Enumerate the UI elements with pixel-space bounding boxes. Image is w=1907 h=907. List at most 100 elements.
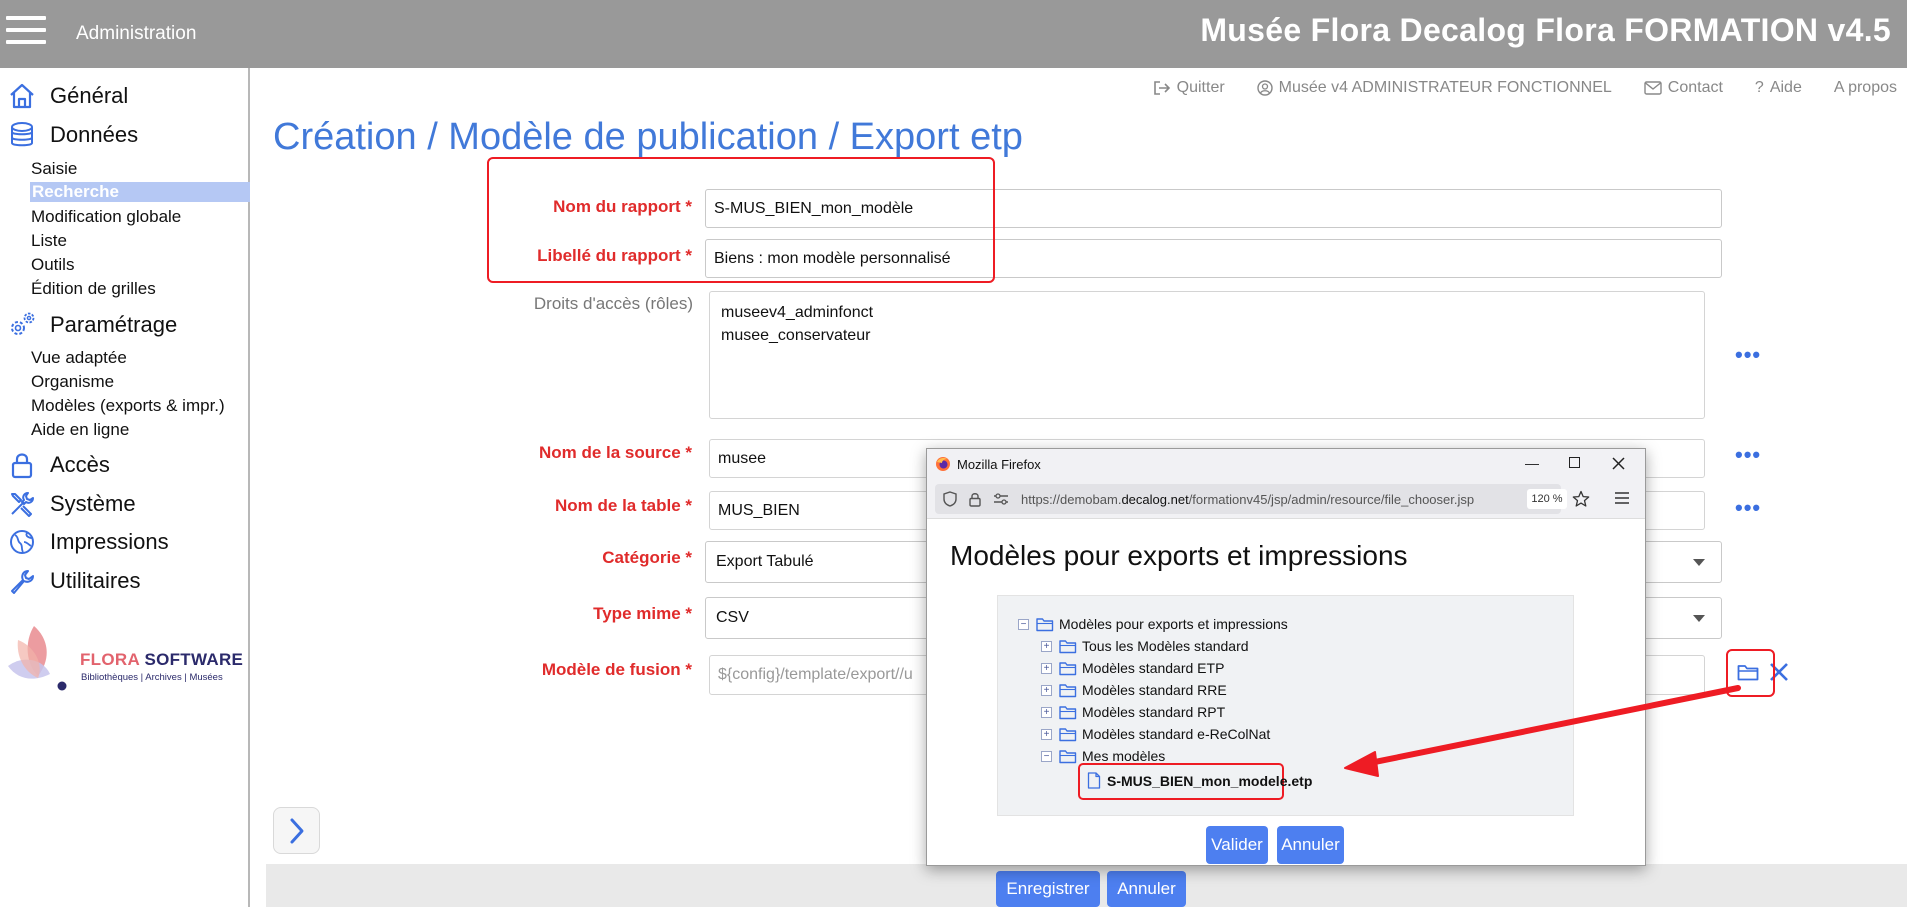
quitter-label: Quitter [1176, 79, 1225, 96]
libelle-rapport-input[interactable]: Biens : mon modèle personnalisé [705, 239, 1722, 278]
nav-systeme[interactable]: Système [6, 488, 136, 520]
source-more-button[interactable]: ••• [1735, 442, 1761, 468]
close-icon [1770, 663, 1788, 681]
tree-node-label: Mes modèles [1082, 748, 1166, 764]
maximize-button[interactable] [1569, 457, 1580, 468]
nav-modeles[interactable]: Modèles (exports & impr.) [31, 396, 225, 416]
nav-impressions[interactable]: Impressions [6, 526, 169, 558]
expand-icon[interactable]: + [1041, 706, 1052, 718]
nav-vue-adaptee[interactable]: Vue adaptée [31, 348, 127, 368]
tree-node[interactable]: + Modèles standard RRE [1041, 682, 1227, 698]
selected-file-label: S-MUS_BIEN_mon_modele.etp [1107, 772, 1313, 789]
role-item[interactable]: musee_conservateur [721, 324, 870, 347]
user-link[interactable]: Musée v4 ADMINISTRATEUR FONCTIONNEL [1256, 79, 1612, 97]
database-icon [6, 119, 38, 151]
app-menu-icon[interactable] [1615, 492, 1629, 504]
tree-node[interactable]: + Modèles standard e-ReColNat [1041, 726, 1270, 742]
dialog-cancel-button[interactable]: Annuler [1277, 826, 1344, 864]
folder-icon [1059, 727, 1077, 741]
nav-edition-grilles[interactable]: Édition de grilles [31, 279, 156, 299]
nav-organisme[interactable]: Organisme [31, 372, 114, 392]
cancel-button[interactable]: Annuler [1107, 871, 1186, 907]
logo-text: FLORA SOFTWARE [80, 650, 244, 669]
folder-icon [1737, 665, 1759, 681]
nav-utilitaires[interactable]: Utilitaires [6, 565, 140, 597]
nav-donnees[interactable]: Données [6, 119, 138, 151]
collapse-icon[interactable]: − [1018, 618, 1029, 630]
clear-button[interactable] [1768, 661, 1790, 688]
mail-icon [1644, 81, 1662, 95]
dialog-heading: Modèles pour exports et impressions [950, 540, 1408, 571]
nav-recherche[interactable]: Recherche [30, 182, 250, 202]
shield-icon [943, 491, 957, 507]
nav-parametrage[interactable]: Paramétrage [6, 309, 177, 341]
apropos-label: A propos [1833, 79, 1897, 96]
nav-general-label: Général [50, 83, 129, 108]
collapse-icon[interactable]: − [1041, 750, 1052, 762]
menu-icon[interactable] [6, 16, 46, 48]
nav-acces[interactable]: Accès [6, 449, 110, 481]
folder-icon [1059, 661, 1077, 675]
aide-link[interactable]: ? Aide [1755, 79, 1802, 97]
expand-icon[interactable]: + [1041, 640, 1052, 652]
validate-button[interactable]: Valider [1206, 826, 1268, 864]
folder-open-icon [1036, 617, 1054, 631]
nom-source-label: Nom de la source * [538, 443, 692, 462]
nav-saisie[interactable]: Saisie [31, 159, 77, 179]
zoom-indicator[interactable]: 120 % [1527, 489, 1567, 509]
tools-icon [6, 488, 38, 520]
expand-icon[interactable]: + [1041, 728, 1052, 740]
modele-fusion-label: Modèle de fusion * [541, 660, 692, 679]
aide-label: Aide [1769, 79, 1802, 96]
folder-browse-button[interactable] [1737, 663, 1759, 686]
role-item[interactable]: museev4_adminfonct [721, 301, 873, 324]
flora-flower-icon [8, 626, 67, 691]
type-mime-label: Type mime * [593, 604, 692, 623]
nav-general[interactable]: Général [6, 80, 128, 112]
permissions-icon [994, 493, 1008, 505]
contact-link[interactable]: Contact [1644, 79, 1723, 97]
file-tree: − Modèles pour exports et impressions + … [997, 595, 1574, 816]
logo-tagline: Bibliothèques | Archives | Musées [81, 672, 223, 683]
expand-icon[interactable]: + [1041, 662, 1052, 674]
droits-list[interactable]: museev4_adminfonct musee_conservateur [709, 291, 1705, 419]
tree-node-label: Modèles standard RRE [1082, 682, 1227, 698]
window-close-icon[interactable] [1612, 457, 1625, 470]
tree-node[interactable]: + Modèles standard ETP [1041, 660, 1224, 676]
table-more-button[interactable]: ••• [1735, 495, 1761, 521]
type-mime-value: CSV [716, 609, 749, 626]
url-field[interactable]: https://demobam.decalog.net/formationv45… [935, 484, 1567, 514]
user-icon [1256, 80, 1273, 96]
nom-rapport-input[interactable]: S-MUS_BIEN_mon_modèle [705, 189, 1722, 228]
tree-node[interactable]: + Modèles standard RPT [1041, 704, 1225, 720]
nav-liste[interactable]: Liste [31, 231, 67, 251]
minimize-button[interactable]: — [1525, 455, 1539, 471]
nav-outils[interactable]: Outils [31, 255, 74, 275]
tree-node-label: Modèles standard RPT [1082, 704, 1226, 720]
save-button[interactable]: Enregistrer [996, 871, 1100, 907]
nav-donnees-label: Données [50, 122, 139, 147]
tree-node-mes-modeles[interactable]: − Mes modèles [1041, 748, 1165, 764]
nav-acces-label: Accès [50, 452, 110, 477]
next-button[interactable] [273, 807, 320, 854]
expand-icon[interactable]: + [1041, 684, 1052, 696]
logout-icon [1153, 81, 1170, 95]
globe-icon [6, 526, 38, 558]
droits-more-button[interactable]: ••• [1735, 342, 1761, 368]
home-icon [6, 80, 38, 112]
tree-node[interactable]: + Tous les Modèles standard [1041, 638, 1249, 654]
quitter-link[interactable]: Quitter [1153, 79, 1225, 97]
star-icon[interactable] [1572, 490, 1590, 508]
modele-fusion-placeholder: ${config}/template/export//u [718, 666, 913, 683]
chevron-right-icon [290, 818, 303, 843]
tree-file-selected[interactable]: S-MUS_BIEN_mon_modele.etp [1087, 772, 1312, 789]
tree-root[interactable]: − Modèles pour exports et impressions [1018, 616, 1288, 632]
apropos-link[interactable]: A propos [1834, 79, 1897, 97]
section-title: Administration [76, 23, 197, 44]
url-text: https://demobam.decalog.net/formationv45… [1021, 491, 1475, 507]
libelle-rapport-label: Libellé du rapport * [537, 246, 692, 265]
lock-icon [6, 449, 38, 481]
nav-aide-en-ligne[interactable]: Aide en ligne [31, 420, 129, 440]
nav-modification-globale[interactable]: Modification globale [31, 207, 181, 227]
header-links: Quitter Musée v4 ADMINISTRATEUR FONCTION… [1153, 79, 1897, 97]
